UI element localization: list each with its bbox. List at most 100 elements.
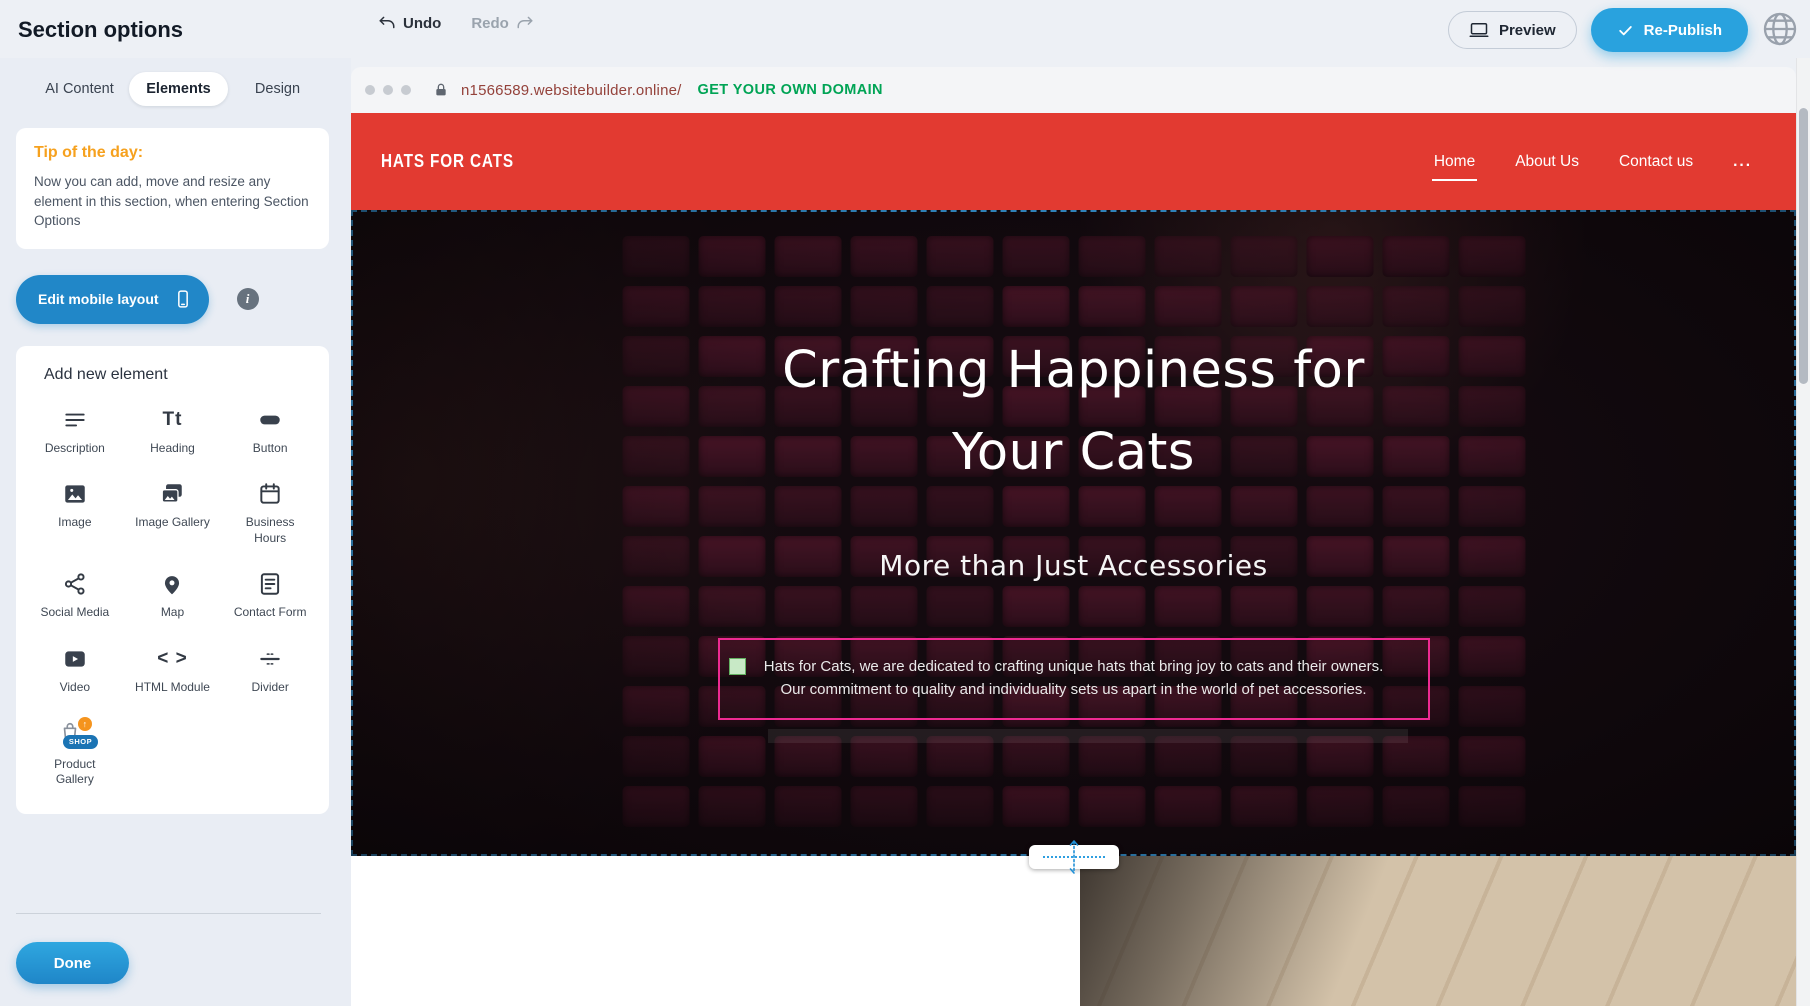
video-icon bbox=[62, 645, 88, 673]
site-nav: Home About Us Contact us ... bbox=[1432, 147, 1754, 177]
checkmark-icon bbox=[1617, 22, 1634, 39]
page-title: Section options bbox=[18, 17, 183, 43]
hero-description-line1: Hats for Cats, we are dedicated to craft… bbox=[728, 655, 1420, 678]
lock-icon bbox=[433, 82, 449, 98]
element-business-hours[interactable]: Business Hours bbox=[221, 480, 319, 546]
resize-arrows-icon bbox=[1067, 838, 1081, 876]
window-control-dots bbox=[365, 85, 411, 95]
edit-mobile-label: Edit mobile layout bbox=[38, 291, 159, 307]
paving-photo bbox=[1080, 856, 1796, 1006]
contact-form-icon bbox=[257, 570, 283, 598]
element-label: Image bbox=[58, 515, 91, 531]
element-label: HTML Module bbox=[135, 680, 210, 696]
html-module-icon: < > bbox=[157, 645, 187, 673]
next-section[interactable] bbox=[351, 856, 1796, 1006]
product-gallery-icon: SHOP ↑ bbox=[57, 720, 93, 750]
tab-ai-content[interactable]: AI Content bbox=[30, 72, 129, 106]
element-image[interactable]: Image bbox=[26, 480, 124, 546]
nav-contact-us[interactable]: Contact us bbox=[1617, 147, 1695, 177]
scrollbar-thumb[interactable] bbox=[1799, 108, 1808, 384]
preview-label: Preview bbox=[1499, 22, 1556, 39]
monitor-icon bbox=[1469, 20, 1489, 40]
undo-icon bbox=[378, 14, 396, 32]
element-label: Description bbox=[45, 441, 105, 457]
undo-button[interactable]: Undo bbox=[378, 14, 441, 32]
element-label: Button bbox=[253, 441, 288, 457]
element-label: Divider bbox=[251, 680, 288, 696]
get-domain-link[interactable]: GET YOUR OWN DOMAIN bbox=[698, 82, 883, 98]
element-button[interactable]: Button bbox=[221, 406, 319, 457]
section-resize-handle[interactable] bbox=[1029, 845, 1119, 869]
globe-icon bbox=[1760, 9, 1800, 49]
site-preview: HATS FOR CATS Home About Us Contact us .… bbox=[351, 113, 1796, 1006]
nav-more-menu[interactable]: ... bbox=[1731, 147, 1754, 177]
element-label: Map bbox=[161, 605, 184, 621]
element-video[interactable]: Video bbox=[26, 645, 124, 696]
sidebar-tabs: AI Content Elements Design bbox=[30, 72, 327, 106]
hero-heading[interactable]: Crafting Happiness for Your Cats bbox=[734, 330, 1414, 493]
topbar-actions: Preview Re-Publish bbox=[1448, 8, 1748, 52]
window-dot bbox=[383, 85, 393, 95]
info-icon[interactable]: i bbox=[237, 288, 259, 310]
hover-highlight-bar bbox=[768, 729, 1408, 743]
window-dot bbox=[401, 85, 411, 95]
redo-icon bbox=[516, 14, 534, 32]
undo-label: Undo bbox=[403, 15, 441, 32]
nav-about-us[interactable]: About Us bbox=[1513, 147, 1581, 177]
editor-canvas: n1566589.websitebuilder.online/ GET YOUR… bbox=[351, 58, 1796, 1006]
heading-icon: Tt bbox=[163, 406, 183, 434]
element-contact-form[interactable]: Contact Form bbox=[221, 570, 319, 621]
element-divider[interactable]: Divider bbox=[221, 645, 319, 696]
add-element-title: Add new element bbox=[44, 366, 319, 384]
edit-mobile-layout-button[interactable]: Edit mobile layout bbox=[16, 275, 209, 324]
element-map[interactable]: Map bbox=[124, 570, 222, 621]
element-heading[interactable]: Tt Heading bbox=[124, 406, 222, 457]
element-label: Product Gallery bbox=[36, 757, 114, 788]
hero-description-selected[interactable]: Hats for Cats, we are dedicated to craft… bbox=[718, 638, 1430, 720]
page-scrollbar bbox=[1796, 58, 1810, 1006]
website-builder-app: Section options Undo Redo Preview Re-Pub… bbox=[0, 0, 1810, 1006]
edit-mobile-row: Edit mobile layout i bbox=[16, 275, 329, 324]
phone-icon bbox=[173, 289, 193, 309]
redo-button[interactable]: Redo bbox=[471, 14, 534, 32]
hero-subheading[interactable]: More than Just Accessories bbox=[879, 549, 1267, 582]
site-header: HATS FOR CATS Home About Us Contact us .… bbox=[351, 113, 1796, 210]
element-label: Heading bbox=[150, 441, 195, 457]
hero-description-line2: Our commitment to quality and individual… bbox=[728, 678, 1420, 701]
preview-button[interactable]: Preview bbox=[1448, 11, 1577, 49]
hero-section-selected[interactable]: Crafting Happiness for Your Cats More th… bbox=[351, 210, 1796, 856]
language-globe-button[interactable] bbox=[1760, 9, 1800, 49]
redo-label: Redo bbox=[471, 15, 509, 32]
element-image-gallery[interactable]: Image Gallery bbox=[124, 480, 222, 546]
tip-body: Now you can add, move and resize any ele… bbox=[34, 172, 311, 231]
republish-label: Re-Publish bbox=[1644, 22, 1722, 39]
business-hours-icon bbox=[257, 480, 283, 508]
add-new-element-panel: Add new element Description Tt Heading B… bbox=[16, 346, 329, 814]
topbar: Section options Undo Redo Preview Re-Pub… bbox=[0, 0, 1810, 58]
hero-content: Crafting Happiness for Your Cats More th… bbox=[351, 210, 1796, 856]
element-description[interactable]: Description bbox=[26, 406, 124, 457]
button-icon bbox=[257, 406, 283, 434]
element-html-module[interactable]: < > HTML Module bbox=[124, 645, 222, 696]
undo-redo-group: Undo Redo bbox=[378, 14, 534, 32]
site-logo[interactable]: HATS FOR CATS bbox=[381, 151, 514, 172]
element-product-gallery[interactable]: SHOP ↑ Product Gallery bbox=[26, 720, 124, 788]
social-media-icon bbox=[62, 570, 88, 598]
section-options-sidebar: AI Content Elements Design Tip of the da… bbox=[0, 58, 351, 1006]
done-button[interactable]: Done bbox=[16, 942, 129, 984]
element-label: Business Hours bbox=[231, 515, 309, 546]
upgrade-badge-icon: ↑ bbox=[78, 717, 92, 731]
divider-icon bbox=[257, 645, 283, 673]
tab-elements[interactable]: Elements bbox=[129, 72, 228, 106]
map-icon bbox=[159, 570, 185, 598]
tab-design[interactable]: Design bbox=[228, 72, 327, 106]
element-grid: Description Tt Heading Button Image Imag… bbox=[26, 406, 319, 788]
republish-button[interactable]: Re-Publish bbox=[1591, 8, 1748, 52]
element-label: Contact Form bbox=[234, 605, 307, 621]
element-label: Video bbox=[60, 680, 90, 696]
resize-handle[interactable] bbox=[729, 658, 746, 675]
element-social-media[interactable]: Social Media bbox=[26, 570, 124, 621]
sidebar-divider bbox=[16, 913, 321, 914]
nav-home[interactable]: Home bbox=[1432, 147, 1477, 177]
element-label: Social Media bbox=[40, 605, 109, 621]
